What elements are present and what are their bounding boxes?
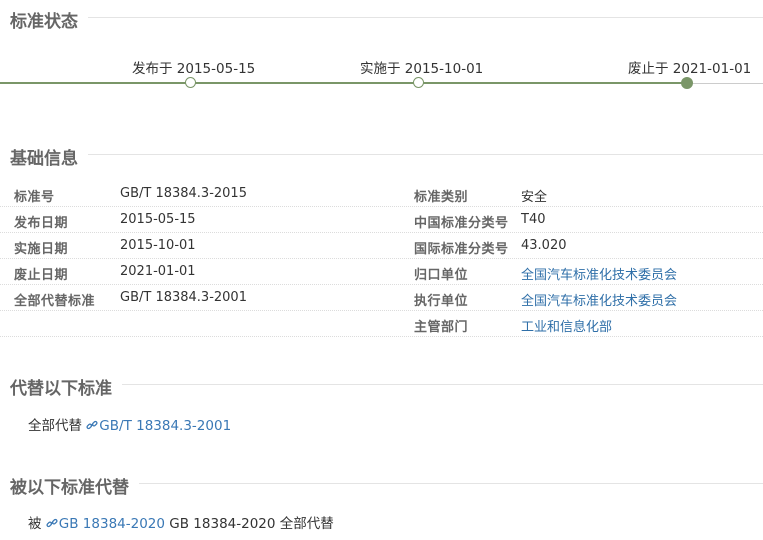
table-row: 标准号 GB/T 18384.3-2015 标准类别 安全	[0, 180, 763, 207]
row-label: 国际标准分类号	[414, 242, 509, 257]
committee-link[interactable]: 全国汽车标准化技术委员会	[521, 264, 677, 283]
new-standard-link-text[interactable]: GB 18384-2020	[59, 516, 165, 532]
link-icon	[86, 420, 98, 430]
table-row: 实施日期 2015-10-01 国际标准分类号 43.020	[0, 232, 763, 259]
section-divider	[10, 154, 763, 155]
timeline-track	[0, 82, 687, 84]
replaces-prefix: 全部代替	[28, 418, 82, 434]
row-label: 废止日期	[14, 268, 69, 283]
section-divider	[10, 17, 763, 18]
replaces-entry: 全部代替 GB/T 18384.3-2001	[28, 414, 231, 434]
row-value: 2015-10-01	[120, 238, 196, 253]
row-label: 执行单位	[414, 294, 469, 309]
row-value: T40	[521, 212, 546, 227]
row-label: 中国标准分类号	[414, 216, 509, 231]
replaced-by-prefix: 被	[28, 516, 42, 532]
abolished-milestone-dot	[681, 77, 693, 89]
row-value: 安全	[521, 190, 548, 205]
department-link[interactable]: 工业和信息化部	[521, 316, 612, 335]
row-value: GB/T 18384.3-2001	[120, 290, 247, 305]
replaced-standard-link[interactable]: GB/T 18384.3-2001	[86, 418, 231, 434]
row-label: 标准号	[14, 190, 55, 205]
basic-info-section-title: 基础信息	[10, 144, 88, 169]
published-date-label: 发布于 2015-05-15	[132, 61, 256, 77]
table-row: 废止日期 2021-01-01 归口单位 全国汽车标准化技术委员会	[0, 258, 763, 285]
replaced-by-entry: 被 GB 18384-2020 GB 18384-2020 全部代替	[28, 512, 334, 532]
row-label: 全部代替标准	[14, 294, 96, 309]
table-row: 主管部门 工业和信息化部	[0, 310, 763, 337]
row-value: GB/T 18384.3-2015	[120, 186, 247, 201]
implemented-milestone-dot	[413, 77, 424, 88]
replaced-standard-link-text[interactable]: GB/T 18384.3-2001	[99, 418, 231, 434]
section-divider	[10, 384, 763, 385]
status-section-title: 标准状态	[10, 7, 88, 32]
table-row: 全部代替标准 GB/T 18384.3-2001 执行单位 全国汽车标准化技术委…	[0, 284, 763, 311]
table-row: 发布日期 2015-05-15 中国标准分类号 T40	[0, 206, 763, 233]
row-label: 主管部门	[414, 320, 469, 335]
row-label: 归口单位	[414, 268, 469, 283]
abolished-date-label: 废止于 2021-01-01	[628, 61, 752, 77]
link-icon	[46, 518, 58, 528]
executing-unit-link[interactable]: 全国汽车标准化技术委员会	[521, 290, 677, 309]
published-milestone-dot	[185, 77, 196, 88]
timeline-track-future	[687, 83, 763, 84]
implemented-date-label: 实施于 2015-10-01	[360, 61, 484, 77]
replaced-by-section-title: 被以下标准代替	[10, 473, 139, 498]
new-standard-link[interactable]: GB 18384-2020	[46, 516, 165, 532]
replaced-by-suffix: GB 18384-2020 全部代替	[169, 516, 334, 532]
row-value: 2015-05-15	[120, 212, 196, 227]
replaces-section-title: 代替以下标准	[10, 374, 122, 399]
row-value: 43.020	[521, 238, 567, 253]
row-label: 标准类别	[414, 190, 469, 205]
row-value: 2021-01-01	[120, 264, 196, 279]
row-label: 实施日期	[14, 242, 69, 257]
row-label: 发布日期	[14, 216, 69, 231]
